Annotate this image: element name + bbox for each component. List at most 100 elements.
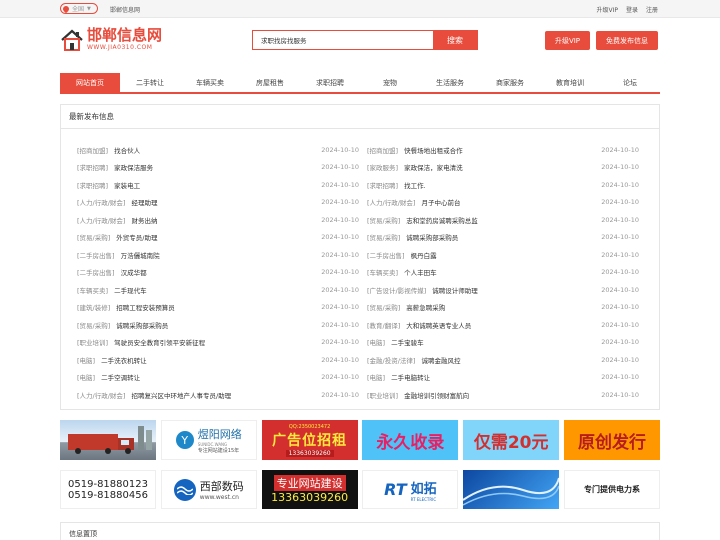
list-item[interactable]: [车辆买卖] 二手现代车 2024-10-10 <box>77 281 367 299</box>
item-category[interactable]: [车辆买卖] <box>367 267 398 277</box>
list-item[interactable]: [人力/行政/财会] 月子中心前台 2024-10-10 <box>367 194 647 212</box>
item-title[interactable]: 枫丹白露 <box>411 250 597 260</box>
item-category[interactable]: [家政服务] <box>367 162 398 172</box>
item-category[interactable]: [求职招聘] <box>77 162 108 172</box>
item-category[interactable]: [人力/行政/财会] <box>77 197 125 207</box>
search-input[interactable] <box>253 31 433 49</box>
item-title[interactable]: 二手现代车 <box>114 285 317 295</box>
upgrade-vip-link[interactable]: 升级VIP <box>596 5 618 14</box>
item-title[interactable]: 汉成华都 <box>121 267 317 277</box>
list-item[interactable]: [求职招聘] 家政保洁服务 2024-10-10 <box>77 159 367 177</box>
item-title[interactable]: 月子中心前台 <box>421 197 597 207</box>
phone-ad[interactable]: 0519-81880123 0519-81880456 <box>60 470 156 509</box>
item-category[interactable]: [教育/翻译] <box>367 320 400 330</box>
item-title[interactable]: 快餐场地出租或合作 <box>404 145 597 155</box>
list-item[interactable]: [贸易/采购] 外贸专员/助理 2024-10-10 <box>77 229 367 247</box>
item-category[interactable]: [金融/投资/法律] <box>367 355 415 365</box>
item-title[interactable]: 高薪急聘采购 <box>406 302 597 312</box>
nav-vehicles[interactable]: 车辆买卖 <box>180 73 240 92</box>
item-category[interactable]: [建筑/装修] <box>77 302 110 312</box>
item-title[interactable]: 金融培训引领财富航向 <box>404 390 597 400</box>
item-title[interactable]: 招聘工程安装预算员 <box>116 302 317 312</box>
item-category[interactable]: [贸易/采购] <box>367 302 400 312</box>
item-title[interactable]: 驾驶员安全教育引领平安新征程 <box>114 337 317 347</box>
list-item[interactable]: [电脑] 二手电脑转让 2024-10-10 <box>367 369 647 387</box>
list-item[interactable]: [人力/行政/财会] 招聘复兴区中环地产人事专员/助理 2024-10-10 <box>77 386 367 404</box>
list-item[interactable]: [贸易/采购] 诚聘采购部采购员 2024-10-10 <box>367 229 647 247</box>
item-title[interactable]: 找合伙人 <box>114 145 317 155</box>
list-item[interactable]: [二手房出售] 万浩儷城南院 2024-10-10 <box>77 246 367 264</box>
list-item[interactable]: [车辆买卖] 个人丰田车 2024-10-10 <box>367 264 647 282</box>
list-item[interactable]: [电脑] 二手宝骏车 2024-10-10 <box>367 334 647 352</box>
item-title[interactable]: 找工作. <box>404 180 597 190</box>
item-title[interactable]: 二手电脑转让 <box>391 372 597 382</box>
item-category[interactable]: [电脑] <box>367 337 385 347</box>
list-item[interactable]: [二手房出售] 枫丹白露 2024-10-10 <box>367 246 647 264</box>
nav-secondhand[interactable]: 二手转让 <box>120 73 180 92</box>
item-category[interactable]: [职业培训] <box>77 337 108 347</box>
list-item[interactable]: [电脑] 二手空调转让 2024-10-10 <box>77 369 367 387</box>
list-item[interactable]: [二手房出售] 汉成华都 2024-10-10 <box>77 264 367 282</box>
search-button[interactable]: 搜索 <box>433 31 477 49</box>
item-category[interactable]: [贸易/采购] <box>367 215 400 225</box>
power-ad[interactable]: 专门提供电力系 <box>563 470 660 509</box>
item-category[interactable]: [贸易/采购] <box>77 232 110 242</box>
list-item[interactable]: [贸易/采购] 志和堂药房诚聘采购总监 2024-10-10 <box>367 211 647 229</box>
item-category[interactable]: [电脑] <box>77 372 95 382</box>
list-item[interactable]: [求职招聘] 家装电工 2024-10-10 <box>77 176 367 194</box>
item-category[interactable]: [职业培训] <box>367 390 398 400</box>
list-item[interactable]: [教育/翻译] 大和诚聘英语专业人员 2024-10-10 <box>367 316 647 334</box>
site-logo[interactable]: 邯郸信息网 WWW.JIA0310.COM <box>60 28 162 51</box>
list-item[interactable]: [招商加盟] 快餐场地出租或合作 2024-10-10 <box>367 141 647 159</box>
item-category[interactable]: [二手房出售] <box>77 250 115 260</box>
item-category[interactable]: [求职招聘] <box>77 180 108 190</box>
item-title[interactable]: 二手空调转让 <box>101 372 317 382</box>
item-title[interactable]: 大和诚聘英语专业人员 <box>406 320 597 330</box>
item-title[interactable]: 经理助理 <box>131 197 317 207</box>
yunyang-ad[interactable]: Y 煜阳网络 SUNIDC.WANG 专注网站建设15年 <box>160 420 257 460</box>
item-category[interactable]: [求职招聘] <box>367 180 398 190</box>
item-title[interactable]: 家政保洁，家电清洗 <box>404 162 597 172</box>
item-category[interactable]: [人力/行政/财会] <box>77 390 125 400</box>
item-title[interactable]: 诚聘设计师助理 <box>432 285 597 295</box>
website-build-ad[interactable]: 专业网站建设 13363039260 <box>261 470 358 509</box>
item-title[interactable]: 家装电工 <box>114 180 317 190</box>
item-title[interactable]: 诚聘采购部采购员 <box>406 232 597 242</box>
location-selector[interactable]: 全国 ▼ <box>60 3 98 14</box>
item-category[interactable]: [车辆买卖] <box>77 285 108 295</box>
original-ad[interactable]: 原创发行 <box>563 420 660 460</box>
list-item[interactable]: [贸易/采购] 诚聘采购部采购员 2024-10-10 <box>77 316 367 334</box>
item-title[interactable]: 家政保洁服务 <box>114 162 317 172</box>
upgrade-vip-button[interactable]: 升级VIP <box>545 31 590 50</box>
permanent-ad[interactable]: 永久收录 <box>362 420 459 460</box>
item-title[interactable]: 外贸专员/助理 <box>116 232 317 242</box>
item-title[interactable]: 财务出纳 <box>131 215 317 225</box>
item-category[interactable]: [贸易/采购] <box>367 232 400 242</box>
item-category[interactable]: [广告设计/影视传媒] <box>367 285 426 295</box>
item-category[interactable]: [二手房出售] <box>367 250 405 260</box>
item-title[interactable]: 诚聘金融风控 <box>421 355 597 365</box>
list-item[interactable]: [职业培训] 驾驶员安全教育引领平安新征程 2024-10-10 <box>77 334 367 352</box>
item-category[interactable]: [人力/行政/财会] <box>77 215 125 225</box>
list-item[interactable]: [求职招聘] 找工作. 2024-10-10 <box>367 176 647 194</box>
item-title[interactable]: 个人丰田车 <box>404 267 597 277</box>
item-title[interactable]: 二手洗衣机转让 <box>101 355 317 365</box>
item-category[interactable]: [二手房出售] <box>77 267 115 277</box>
truck-ad[interactable] <box>60 420 156 460</box>
rutuo-ad[interactable]: RT 如拓 RT ELECTRIC <box>362 470 459 509</box>
list-item[interactable]: [招商加盟] 找合伙人 2024-10-10 <box>77 141 367 159</box>
nav-jobs[interactable]: 求职招聘 <box>300 73 360 92</box>
nav-home[interactable]: 网站首页 <box>60 73 120 92</box>
nav-forum[interactable]: 论坛 <box>600 73 660 92</box>
nav-merchant-services[interactable]: 商家服务 <box>480 73 540 92</box>
item-category[interactable]: [贸易/采购] <box>77 320 110 330</box>
nav-housing[interactable]: 房屋租售 <box>240 73 300 92</box>
list-item[interactable]: [家政服务] 家政保洁，家电清洗 2024-10-10 <box>367 159 647 177</box>
item-title[interactable]: 二手宝骏车 <box>391 337 597 347</box>
nav-pets[interactable]: 宠物 <box>360 73 420 92</box>
nav-life-services[interactable]: 生活服务 <box>420 73 480 92</box>
item-title[interactable]: 万浩儷城南院 <box>121 250 317 260</box>
item-category[interactable]: [电脑] <box>367 372 385 382</box>
list-item[interactable]: [人力/行政/财会] 经理助理 2024-10-10 <box>77 194 367 212</box>
item-category[interactable]: [人力/行政/财会] <box>367 197 415 207</box>
